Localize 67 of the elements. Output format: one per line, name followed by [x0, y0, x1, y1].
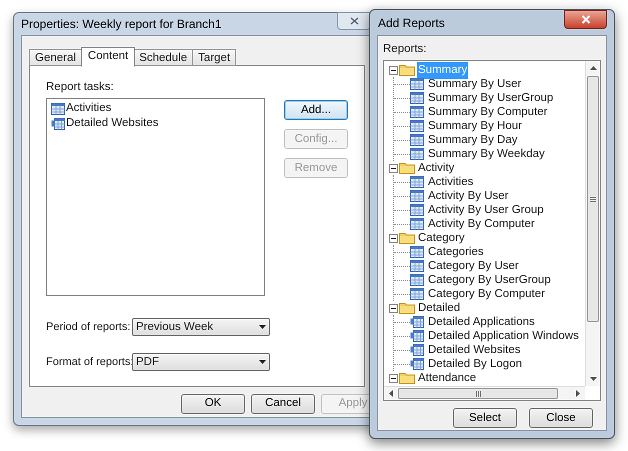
vertical-scrollbar[interactable] — [585, 61, 600, 386]
table-icon — [410, 120, 424, 132]
close-icon — [350, 17, 358, 25]
table-icon — [51, 102, 65, 115]
window-title: Add Reports — [377, 14, 445, 32]
scroll-up-arrow-icon[interactable] — [590, 66, 596, 70]
button[interactable]: Select — [453, 408, 517, 428]
button[interactable]: Add... — [284, 100, 348, 120]
scroll-down-arrow-icon[interactable] — [590, 377, 596, 382]
folder-icon — [399, 302, 415, 314]
tab[interactable]: General — [29, 49, 82, 66]
scroll-thumb[interactable] — [398, 388, 558, 400]
collapse-toggle[interactable] — [389, 374, 398, 383]
table-icon — [410, 288, 424, 300]
button[interactable]: Close — [529, 408, 593, 428]
collapse-toggle[interactable] — [389, 66, 398, 75]
window-title: Properties: Weekly report for Branch1 — [21, 16, 222, 33]
horizontal-scrollbar[interactable] — [384, 386, 585, 400]
table-icon — [410, 246, 424, 258]
collapse-toggle[interactable] — [389, 234, 398, 243]
dropdown-arrow-icon — [259, 325, 266, 330]
dropdown[interactable]: Previous Week — [132, 318, 270, 336]
button[interactable]: OK — [181, 394, 245, 414]
list-item[interactable]: Activities — [51, 101, 112, 116]
table-icon — [410, 134, 424, 146]
scroll-right-arrow-icon[interactable] — [576, 390, 580, 398]
table-icon — [410, 78, 424, 90]
tab[interactable]: Schedule — [134, 49, 194, 66]
close-button[interactable] — [337, 12, 371, 30]
list-item[interactable]: Detailed Websites — [51, 116, 158, 132]
table-icon — [410, 218, 424, 230]
table-icon — [410, 358, 424, 370]
collapse-toggle[interactable] — [389, 304, 398, 313]
table-icon — [410, 190, 424, 202]
table-icon — [410, 316, 424, 328]
scroll-left-arrow-icon[interactable] — [389, 390, 393, 398]
close-button[interactable] — [564, 10, 607, 29]
dropdown[interactable]: PDF — [132, 353, 270, 372]
button[interactable]: Cancel — [251, 394, 315, 414]
table-icon — [410, 274, 424, 286]
folder-icon — [399, 232, 415, 244]
table-icon — [410, 344, 424, 356]
tree-label: Reports: — [383, 42, 428, 57]
dropdown-arrow-icon — [259, 360, 266, 364]
collapse-toggle[interactable] — [389, 164, 398, 173]
field-label: Period of reports: — [46, 320, 132, 335]
close-icon — [580, 15, 590, 24]
tab[interactable]: Content — [80, 47, 136, 67]
table-icon — [410, 330, 424, 342]
grip-icon — [590, 196, 596, 202]
tab[interactable]: Target — [193, 49, 236, 66]
field-label: Format of reports: — [46, 355, 132, 370]
folder-icon — [399, 64, 415, 76]
table-icon — [51, 118, 65, 130]
table-icon — [410, 204, 424, 216]
table-icon — [410, 148, 424, 160]
list-label: Report tasks: — [46, 80, 115, 95]
scroll-thumb[interactable] — [587, 76, 599, 322]
reports-tree[interactable] — [383, 60, 601, 402]
grip-icon — [476, 390, 480, 397]
table-icon — [410, 176, 424, 188]
report-tasks-list[interactable]: Activities Detailed Websites — [46, 98, 265, 296]
table-icon — [410, 106, 424, 118]
folder-icon — [399, 162, 415, 174]
folder-icon — [399, 372, 415, 384]
table-icon — [410, 92, 424, 104]
table-icon — [410, 260, 424, 272]
